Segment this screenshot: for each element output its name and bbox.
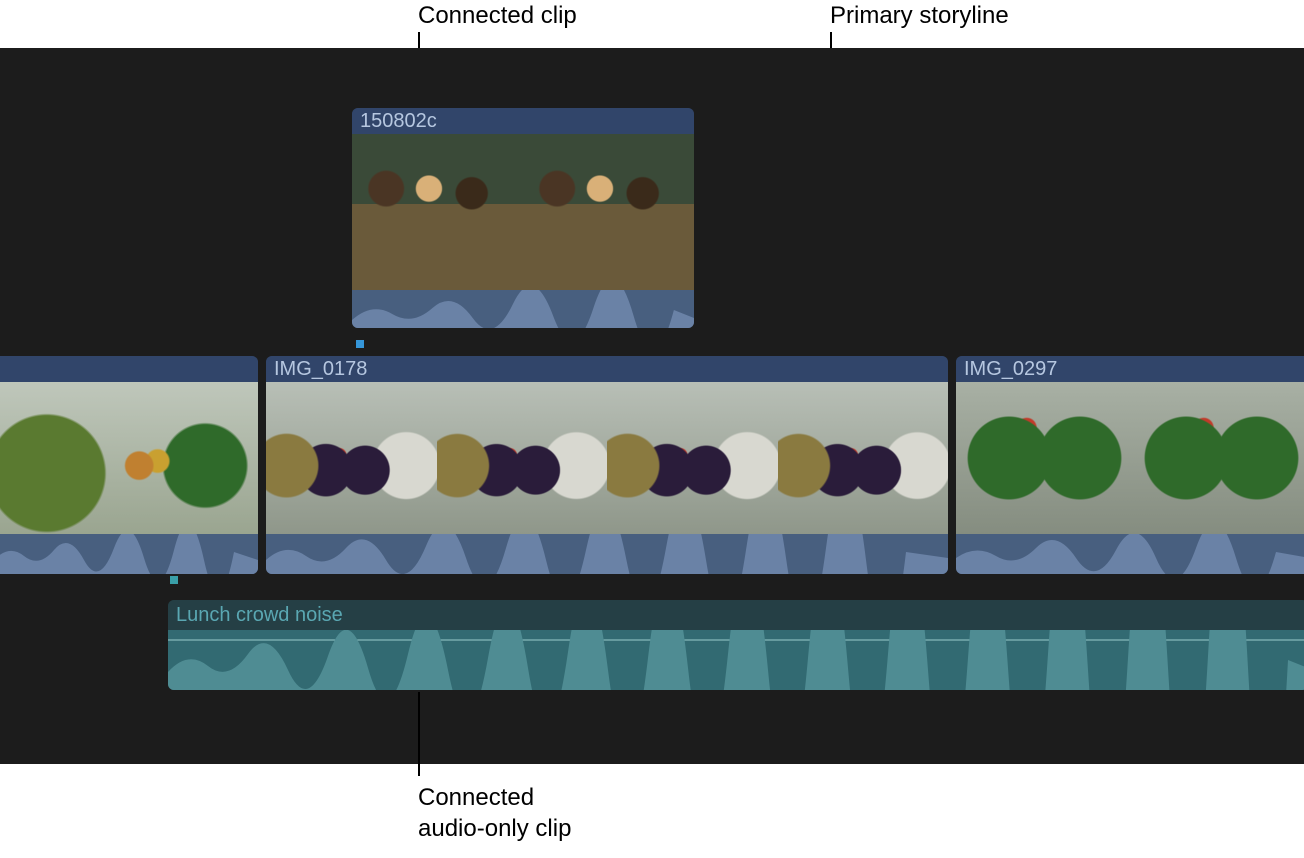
label-line: Connected [418, 784, 534, 811]
label-primary-storyline: Primary storyline [830, 0, 1009, 31]
primary-clip-title: IMG_0178 [266, 356, 948, 382]
label-connected-audio: Connected audio-only clip [418, 782, 571, 844]
connected-clip[interactable]: 150802c [352, 108, 694, 328]
audio-clip[interactable]: Lunch crowd noise [168, 600, 1304, 690]
clip-thumbnail [778, 382, 949, 534]
clip-thumbnail [607, 382, 778, 534]
clip-thumbnail [437, 382, 608, 534]
primary-clip[interactable] [0, 356, 258, 574]
audio-clip-title: Lunch crowd noise [168, 600, 1304, 630]
clip-thumbnail [523, 134, 694, 290]
leader-connected-audio [418, 692, 420, 776]
clip-thumbnail [956, 382, 1133, 534]
label-line: audio-only clip [418, 815, 571, 842]
primary-clip[interactable]: IMG_0178 [266, 356, 948, 574]
primary-clip-waveform [0, 534, 258, 574]
clip-thumbnail [352, 134, 523, 290]
connection-pin [170, 576, 178, 584]
timeline[interactable]: 150802c IMG_01 [0, 48, 1304, 764]
primary-clip-title [0, 356, 258, 382]
connected-clip-waveform [352, 290, 694, 328]
primary-clip[interactable]: IMG_0297 [956, 356, 1304, 574]
primary-clip-waveform [266, 534, 948, 574]
audio-clip-waveform [168, 630, 1304, 690]
primary-clip-waveform [956, 534, 1304, 574]
primary-clip-title: IMG_0297 [956, 356, 1304, 382]
clip-thumbnail [266, 382, 437, 534]
clip-thumbnail [0, 382, 258, 534]
clip-thumbnail [1133, 382, 1304, 534]
connected-clip-title: 150802c [352, 108, 694, 134]
connection-pin [356, 340, 364, 348]
label-connected-clip: Connected clip [418, 0, 577, 31]
